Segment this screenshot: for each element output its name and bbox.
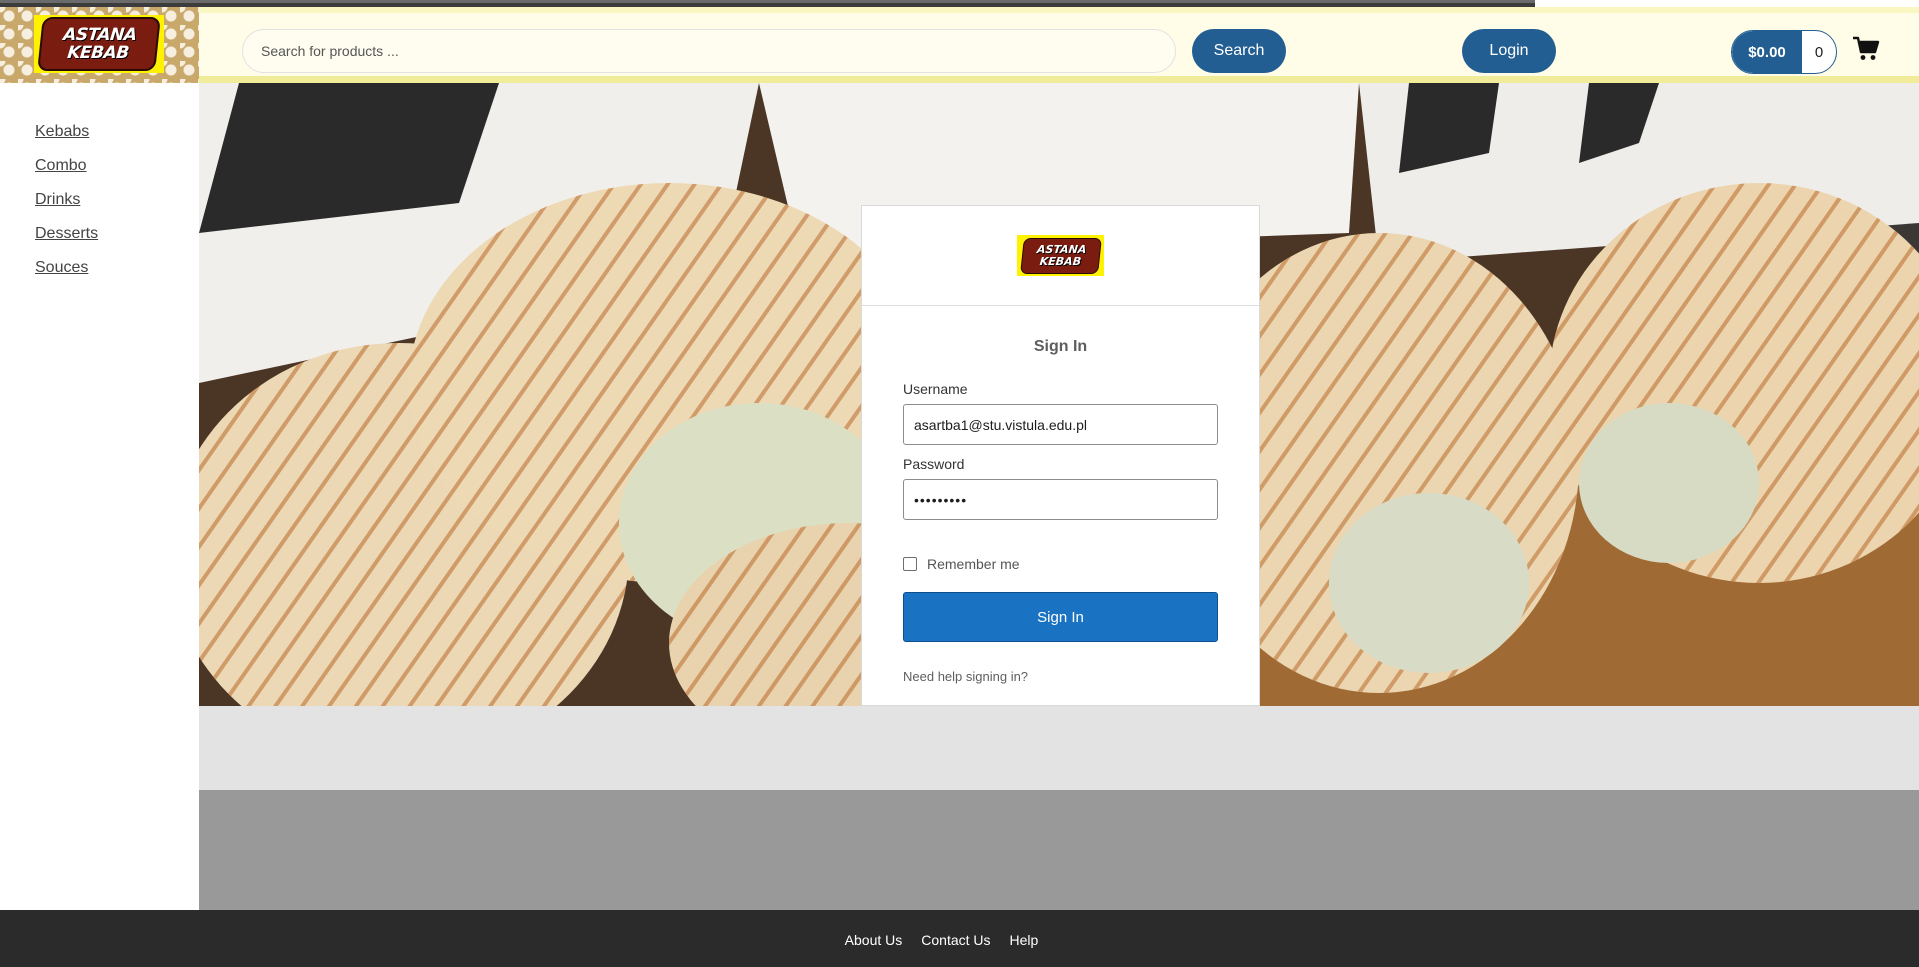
sign-in-button[interactable]: Sign In — [903, 592, 1218, 642]
username-label: Username — [903, 381, 968, 397]
sign-in-title: Sign In — [1033, 338, 1088, 355]
sidebar-link-kebabs[interactable]: Kebabs — [35, 123, 89, 140]
sidebar-item-souces: Souces — [35, 259, 98, 293]
card-logo-line2: KEBAB — [1038, 254, 1082, 268]
footer-link-contact[interactable]: Contact Us — [921, 932, 990, 948]
password-label: Password — [903, 456, 965, 472]
sidebar-item-desserts: Desserts — [35, 225, 98, 259]
footer-link-help[interactable]: Help — [1010, 932, 1039, 948]
remember-me-checkbox[interactable] — [903, 557, 917, 571]
site-footer: About Us Contact Us Help — [0, 910, 1919, 967]
logo-text-line1: ASTANA — [62, 25, 138, 45]
sidebar-link-drinks[interactable]: Drinks — [35, 191, 80, 208]
sidebar-link-desserts[interactable]: Desserts — [35, 225, 98, 242]
logo-badge: ASTANA KEBAB — [37, 17, 161, 71]
remember-me-label[interactable]: Remember me — [927, 556, 1020, 572]
card-logo-badge: ASTANA KEBAB — [1019, 237, 1102, 274]
remember-me-row: Remember me — [903, 556, 1020, 572]
top-strip-gap — [1535, 0, 1919, 7]
sidebar-item-combo: Combo — [35, 157, 98, 191]
sidebar-link-souces[interactable]: Souces — [35, 259, 88, 276]
browser-top-strip — [0, 0, 1919, 7]
need-help-link[interactable]: Need help signing in? — [903, 669, 1028, 684]
cart-total: $0.00 — [1732, 31, 1802, 73]
search-input[interactable] — [242, 29, 1176, 73]
card-logo-line1: ASTANA — [1035, 242, 1087, 256]
logo-text-line2: KEBAB — [66, 43, 130, 63]
shopping-cart-icon[interactable] — [1852, 36, 1880, 62]
top-strip-highlight — [0, 0, 1535, 3]
username-field[interactable] — [903, 404, 1218, 445]
logo-area: ASTANA KEBAB — [0, 7, 199, 83]
category-sidebar: Kebabs Combo Drinks Desserts Souces — [0, 83, 199, 910]
login-button[interactable]: Login — [1462, 29, 1556, 73]
site-logo[interactable]: ASTANA KEBAB — [34, 15, 164, 73]
cart-count: 0 — [1814, 43, 1824, 61]
sidebar-link-combo[interactable]: Combo — [35, 157, 87, 174]
password-field[interactable] — [903, 479, 1218, 520]
sidebar-item-drinks: Drinks — [35, 191, 98, 225]
footer-nav: About Us Contact Us Help — [845, 932, 1039, 948]
category-list: Kebabs Combo Drinks Desserts Souces — [35, 123, 98, 293]
sign-in-card-header: ASTANA KEBAB — [862, 206, 1259, 306]
site-header: Search Login $0.00 0 — [199, 7, 1919, 83]
sidebar-item-kebabs: Kebabs — [35, 123, 98, 157]
card-logo: ASTANA KEBAB — [1017, 235, 1104, 276]
content-grey-band — [199, 790, 1919, 910]
footer-link-about[interactable]: About Us — [845, 932, 903, 948]
sign-in-card: ASTANA KEBAB Sign In Username Password R… — [861, 205, 1260, 706]
cart-summary[interactable]: $0.00 0 — [1731, 30, 1837, 74]
content-light-band — [199, 706, 1919, 790]
search-button[interactable]: Search — [1192, 29, 1286, 73]
